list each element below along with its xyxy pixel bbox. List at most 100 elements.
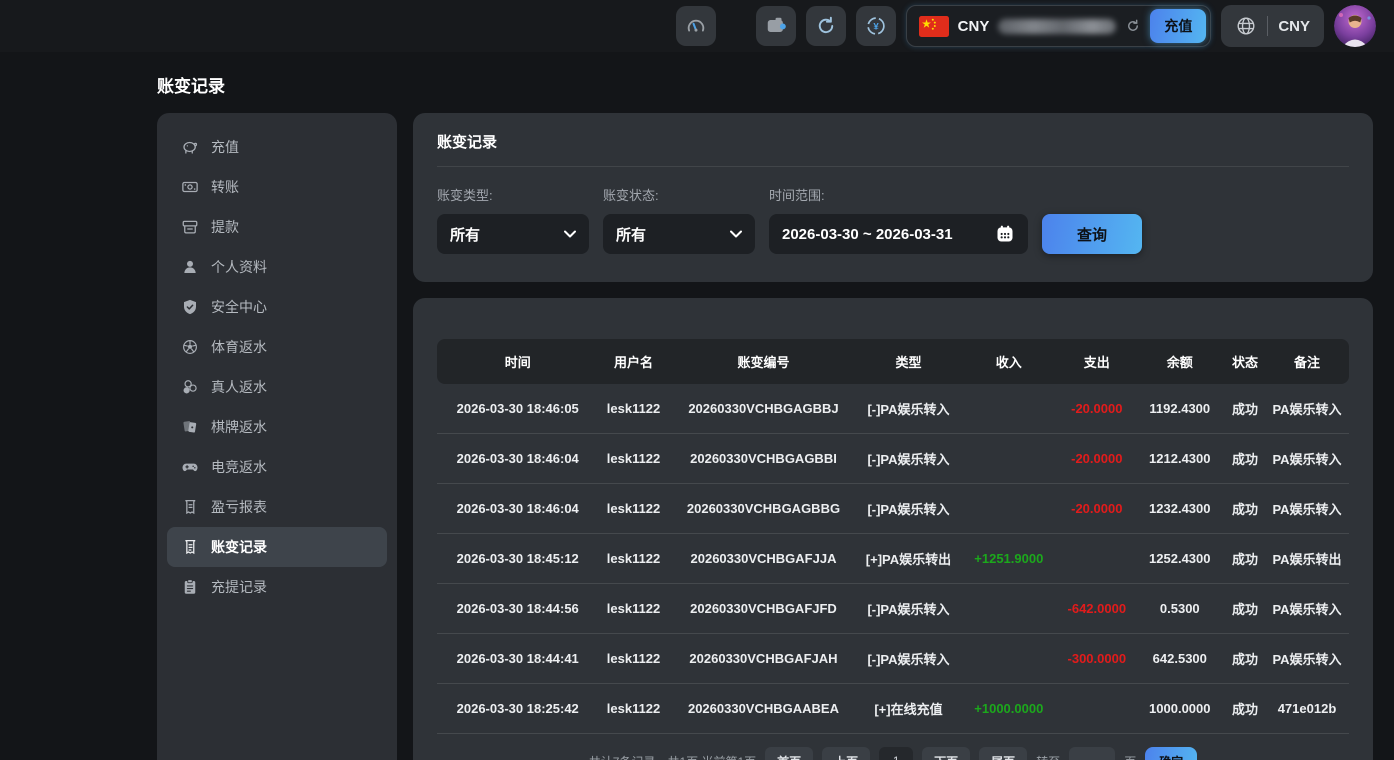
gamepad-icon — [181, 458, 199, 476]
cell-income: +1251.9000 — [959, 551, 1059, 566]
cell-order-no: 20260330VCHBGAGBBI — [669, 451, 859, 466]
column-header: 收入 — [959, 352, 1059, 371]
cell-expense: -642.0000 — [1059, 601, 1135, 616]
poker-cards-icon — [181, 418, 199, 436]
sidebar-item-label: 充值 — [211, 137, 239, 157]
cell-time: 2026-03-30 18:46:04 — [437, 501, 598, 516]
cell-time: 2026-03-30 18:46:05 — [437, 401, 598, 416]
cell-remark: PA娱乐转入 — [1265, 649, 1349, 668]
table-body: 2026-03-30 18:46:05lesk112220260330VCHBG… — [437, 384, 1349, 734]
cell-type: [+]PA娱乐转出 — [858, 549, 958, 568]
cell-expense: -20.0000 — [1059, 401, 1135, 416]
cell-balance: 1232.4300 — [1135, 501, 1225, 516]
cell-order-no: 20260330VCHBGAGBBJ — [669, 401, 859, 416]
sidebar-item-安全中心[interactable]: 安全中心 — [167, 287, 387, 327]
user-avatar[interactable] — [1334, 5, 1376, 47]
column-header: 账变编号 — [669, 352, 859, 371]
gauge-button[interactable] — [676, 6, 716, 46]
cell-type: [-]PA娱乐转入 — [858, 449, 958, 468]
records-panel: 时间用户名账变编号类型收入支出余额状态备注 2026-03-30 18:46:0… — [413, 298, 1373, 760]
type-filter-select[interactable]: 所有 — [437, 214, 589, 254]
cell-time: 2026-03-30 18:25:42 — [437, 701, 598, 716]
sidebar-item-个人资料[interactable]: 个人资料 — [167, 247, 387, 287]
cell-status: 成功 — [1225, 699, 1265, 718]
column-header: 状态 — [1225, 352, 1265, 371]
cell-balance: 642.5300 — [1135, 651, 1225, 666]
search-button[interactable]: 查询 — [1042, 214, 1142, 254]
sidebar-item-提款[interactable]: 提款 — [167, 207, 387, 247]
balance-currency-label: CNY — [958, 18, 990, 35]
sidebar-item-真人返水[interactable]: 真人返水 — [167, 367, 387, 407]
table-row: 2026-03-30 18:25:42lesk112220260330VCHBG… — [437, 684, 1349, 734]
cell-time: 2026-03-30 18:44:56 — [437, 601, 598, 616]
prev-page-button[interactable]: 上页 — [822, 747, 870, 760]
current-page-indicator: 1 — [879, 747, 913, 760]
sidebar-item-label: 真人返水 — [211, 377, 267, 397]
sidebar-item-充值[interactable]: 充值 — [167, 127, 387, 167]
cell-remark: PA娱乐转入 — [1265, 599, 1349, 618]
cell-income: +1000.0000 — [959, 701, 1059, 716]
cell-order-no: 20260330VCHBGAFJJA — [669, 551, 859, 566]
quick-action-buttons: ¥ — [676, 6, 896, 46]
status-filter-select[interactable]: 所有 — [603, 214, 755, 254]
cell-username: lesk1122 — [598, 601, 668, 616]
date-range-input[interactable]: 2026-03-30 ~ 2026-03-31 — [769, 214, 1028, 254]
sidebar-item-账变记录[interactable]: 账变记录 — [167, 527, 387, 567]
ledger-icon — [181, 538, 199, 556]
table-row: 2026-03-30 18:44:56lesk112220260330VCHBG… — [437, 584, 1349, 634]
clipboard-icon — [181, 578, 199, 596]
table-row: 2026-03-30 18:44:41lesk112220260330VCHBG… — [437, 634, 1349, 684]
column-header: 备注 — [1265, 352, 1349, 371]
sidebar-item-盈亏报表[interactable]: 盈亏报表 — [167, 487, 387, 527]
table-row: 2026-03-30 18:46:04lesk112220260330VCHBG… — [437, 484, 1349, 534]
cell-username: lesk1122 — [598, 451, 668, 466]
sidebar-item-转账[interactable]: 转账 — [167, 167, 387, 207]
sidebar-item-label: 提款 — [211, 217, 239, 237]
cell-remark: PA娱乐转入 — [1265, 449, 1349, 468]
cell-order-no: 20260330VCHBGAFJAH — [669, 651, 859, 666]
sidebar-item-充提记录[interactable]: 充提记录 — [167, 567, 387, 607]
china-flag-icon — [919, 16, 949, 37]
wallet-button[interactable] — [756, 6, 796, 46]
cell-type: [+]在线充值 — [858, 699, 958, 718]
sidebar-item-label: 棋牌返水 — [211, 417, 267, 437]
next-page-button[interactable]: 下页 — [922, 747, 970, 760]
cell-order-no: 20260330VCHBGAABEA — [669, 701, 859, 716]
sidebar-item-label: 盈亏报表 — [211, 497, 267, 517]
goto-confirm-button[interactable]: 确定 — [1145, 747, 1197, 760]
goto-page-input[interactable] — [1069, 747, 1115, 760]
wallet-icon — [765, 15, 787, 37]
cell-balance: 1000.0000 — [1135, 701, 1225, 716]
refresh-button[interactable] — [806, 6, 846, 46]
cell-status: 成功 — [1225, 649, 1265, 668]
recharge-button[interactable]: 充值 — [1150, 9, 1206, 43]
cell-order-no: 20260330VCHBGAFJFD — [669, 601, 859, 616]
report-icon — [181, 498, 199, 516]
cell-username: lesk1122 — [598, 551, 668, 566]
user-icon — [181, 258, 199, 276]
filter-panel: 账变记录 账变类型: 所有 账变状态: 所有 时 — [413, 113, 1373, 282]
pagination-summary: 共计7条记录，共1页 当前第1页 — [589, 753, 756, 760]
column-header: 余额 — [1135, 352, 1225, 371]
cell-order-no: 20260330VCHBGAGBBG — [669, 501, 859, 516]
globe-icon — [1235, 15, 1257, 37]
sidebar-item-label: 转账 — [211, 177, 239, 197]
balance-refresh-icon[interactable] — [1125, 18, 1141, 34]
cell-status: 成功 — [1225, 449, 1265, 468]
language-currency-selector[interactable]: CNY — [1221, 5, 1324, 47]
column-header: 时间 — [437, 352, 598, 371]
pagination: 共计7条记录，共1页 当前第1页 首页 上页 1 下页 尾页 转至 页 确定 — [437, 747, 1349, 760]
column-header: 支出 — [1059, 352, 1135, 371]
first-page-button[interactable]: 首页 — [765, 747, 813, 760]
sidebar-item-棋牌返水[interactable]: 棋牌返水 — [167, 407, 387, 447]
date-range-value: 2026-03-30 ~ 2026-03-31 — [782, 226, 953, 243]
sidebar-item-体育返水[interactable]: 体育返水 — [167, 327, 387, 367]
sidebar-item-电竞返水[interactable]: 电竞返水 — [167, 447, 387, 487]
table-row: 2026-03-30 18:46:05lesk112220260330VCHBG… — [437, 384, 1349, 434]
cell-status: 成功 — [1225, 599, 1265, 618]
currency-exchange-icon: ¥ — [865, 15, 887, 37]
cell-type: [-]PA娱乐转入 — [858, 499, 958, 518]
currency-exchange-button[interactable]: ¥ — [856, 6, 896, 46]
last-page-button[interactable]: 尾页 — [979, 747, 1027, 760]
sidebar-item-label: 个人资料 — [211, 257, 267, 277]
